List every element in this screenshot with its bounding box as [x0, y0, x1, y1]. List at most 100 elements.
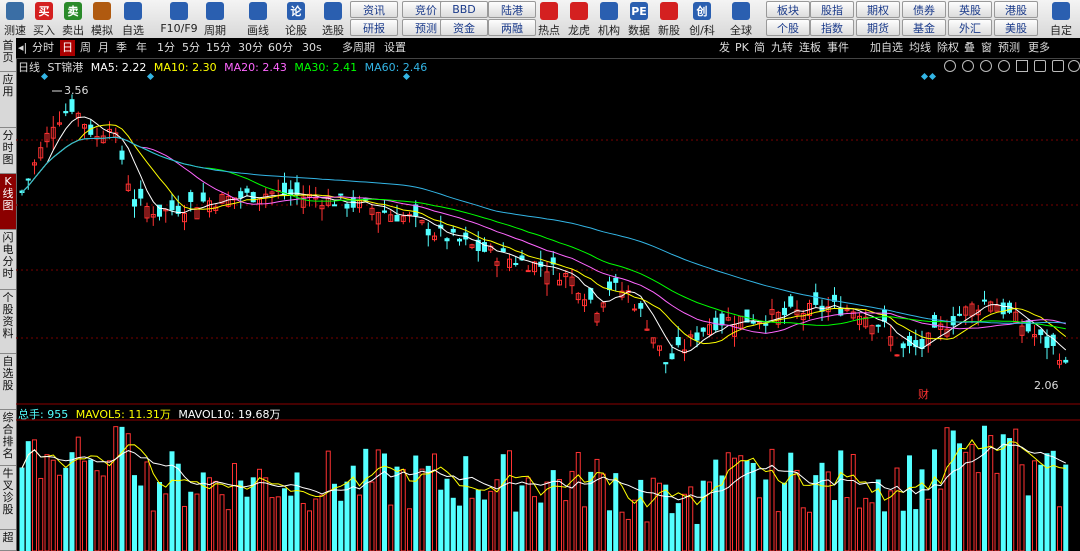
- toolbar-text-5[interactable]: 创创/科: [687, 0, 717, 38]
- period-tab[interactable]: 5分: [182, 40, 200, 56]
- period-tab[interactable]: 日: [60, 40, 75, 56]
- period-right-item[interactable]: 预测: [998, 40, 1020, 56]
- volume-bar: [113, 426, 119, 551]
- toolbar-button[interactable]: 美股: [994, 19, 1038, 36]
- toolbar-button[interactable]: 外汇: [948, 19, 992, 36]
- sidebar-item[interactable]: K线图: [0, 174, 16, 230]
- period-tab[interactable]: 多周期: [342, 40, 375, 56]
- period-tab[interactable]: 分时: [32, 40, 54, 56]
- kline-chart[interactable]: 3.56 2.06 财: [16, 58, 1080, 551]
- period-right-item[interactable]: 均线: [909, 40, 931, 56]
- period-right-item[interactable]: 九转: [771, 40, 793, 56]
- period-right-item[interactable]: 更多: [1028, 40, 1050, 56]
- toolbar-magnifier-icon[interactable]: 选股: [318, 0, 348, 38]
- period-tab[interactable]: 30分: [238, 40, 263, 56]
- minute-icon[interactable]: ◂|: [18, 40, 27, 56]
- lock-icon[interactable]: [1034, 60, 1046, 72]
- period-right-item[interactable]: 连板: [799, 40, 821, 56]
- volume-bar: [175, 463, 181, 551]
- zoom-icon[interactable]: [1068, 60, 1080, 72]
- toolbar-text-3[interactable]: PE 数据: [624, 0, 654, 38]
- candle-body: [382, 210, 387, 213]
- volume-bar: [963, 451, 969, 551]
- toolbar-button[interactable]: 英股: [948, 1, 992, 18]
- toolbar-button[interactable]: 基金: [902, 19, 946, 36]
- volume-total: 总手: 955: [18, 408, 69, 421]
- toolbar-button[interactable]: 个股: [766, 19, 810, 36]
- sidebar-item[interactable]: 闪电分时: [0, 230, 16, 290]
- ma60-label: MA60: 2.46: [364, 61, 428, 74]
- toolbar-fire-icon[interactable]: 热点: [534, 0, 564, 38]
- period-tab[interactable]: 设置: [384, 40, 406, 56]
- volume-bar: [794, 469, 800, 551]
- volume-bar: [619, 511, 625, 551]
- scissors-icon[interactable]: [1016, 60, 1028, 72]
- toolbar-dragon-icon[interactable]: 龙虎: [564, 0, 594, 38]
- toolbar-clock-icon[interactable]: 周期: [200, 0, 230, 38]
- sidebar-item[interactable]: 超: [0, 530, 16, 551]
- toolbar-btn-8[interactable]: 论论股: [281, 0, 311, 38]
- period-tab[interactable]: 60分: [268, 40, 293, 56]
- period-right-item[interactable]: 叠: [964, 40, 975, 56]
- toolbar-button[interactable]: 陆港: [488, 1, 536, 18]
- toolbar-button[interactable]: 期货: [856, 19, 900, 36]
- period-tab[interactable]: 季: [116, 40, 127, 56]
- sidebar-item[interactable]: 自选股: [0, 354, 16, 410]
- toolbar-speed-icon[interactable]: 测速: [0, 0, 30, 38]
- period-right-item[interactable]: 简: [754, 40, 765, 56]
- toolbar-btn-2[interactable]: 卖卖出: [58, 0, 88, 38]
- volume-bar: [1057, 506, 1062, 551]
- eye-icon[interactable]: [944, 60, 956, 72]
- period-tab[interactable]: 1分: [157, 40, 175, 56]
- toolbar-button[interactable]: 板块: [766, 1, 810, 18]
- period-tab[interactable]: 15分: [206, 40, 231, 56]
- toolbar-button[interactable]: BBD: [440, 1, 488, 18]
- minus-icon[interactable]: [1052, 60, 1064, 72]
- toolbar-button[interactable]: 债券: [902, 1, 946, 18]
- volume-bar: [150, 510, 156, 551]
- toolbar-globe-icon[interactable]: 全球: [726, 0, 756, 38]
- sidebar-item[interactable]: 首页: [0, 38, 16, 72]
- sidebar-item[interactable]: 个股资料: [0, 290, 16, 354]
- sidebar-item[interactable]: 应用: [0, 72, 16, 128]
- toolbar-f10-icon[interactable]: F10/F9: [158, 0, 200, 38]
- period-tab[interactable]: 30s: [302, 40, 322, 56]
- toolbar-button[interactable]: 期权: [856, 1, 900, 18]
- period-right-item[interactable]: 除权: [937, 40, 959, 56]
- sidebar-item[interactable]: 综合排名: [0, 410, 16, 466]
- period-right-item[interactable]: 事件: [827, 40, 849, 56]
- toolbar-button[interactable]: 股指: [810, 1, 854, 18]
- volume-bar: [763, 479, 769, 551]
- volume-bar: [750, 462, 756, 551]
- globe-icon: [732, 2, 750, 20]
- toolbar-button[interactable]: 资金: [440, 19, 488, 36]
- toolbar-button[interactable]: 港股: [994, 1, 1038, 18]
- period-right-item[interactable]: 发: [719, 40, 730, 56]
- period-tab[interactable]: 年: [136, 40, 147, 56]
- toolbar-button[interactable]: 两融: [488, 19, 536, 36]
- period-tab[interactable]: 周: [80, 40, 91, 56]
- toolbar-btn-1[interactable]: 买买入: [29, 0, 59, 38]
- period-right-item[interactable]: 窗: [981, 40, 992, 56]
- toolbar-newstock-icon[interactable]: 新股: [654, 0, 684, 38]
- refresh-icon[interactable]: [998, 60, 1010, 72]
- volume-bar: [413, 455, 419, 551]
- candle-body: [813, 292, 819, 305]
- toolbar-bank-icon[interactable]: 机构: [594, 0, 624, 38]
- play-icon[interactable]: [980, 60, 992, 72]
- toolbar-star-icon[interactable]: 自选: [118, 0, 148, 38]
- toolbar-button[interactable]: 指数: [810, 19, 854, 36]
- period-right-item[interactable]: 加自选: [870, 40, 903, 56]
- period-right-item[interactable]: PK: [735, 40, 749, 56]
- toolbar-button[interactable]: 资讯: [350, 1, 398, 18]
- period-tab[interactable]: 月: [98, 40, 109, 56]
- candle-body: [450, 228, 456, 233]
- toolbar-pen-icon[interactable]: 画线: [243, 0, 273, 38]
- hand-icon[interactable]: [962, 60, 974, 72]
- toolbar-hammer-icon[interactable]: 模拟: [87, 0, 117, 38]
- toolbar-button[interactable]: 研报: [350, 19, 398, 36]
- sidebar-item[interactable]: 牛叉诊股: [0, 466, 16, 530]
- toolbar-custom[interactable]: 自定: [1044, 0, 1078, 38]
- volume-bar: [188, 491, 194, 551]
- sidebar-item[interactable]: 分时图: [0, 128, 16, 174]
